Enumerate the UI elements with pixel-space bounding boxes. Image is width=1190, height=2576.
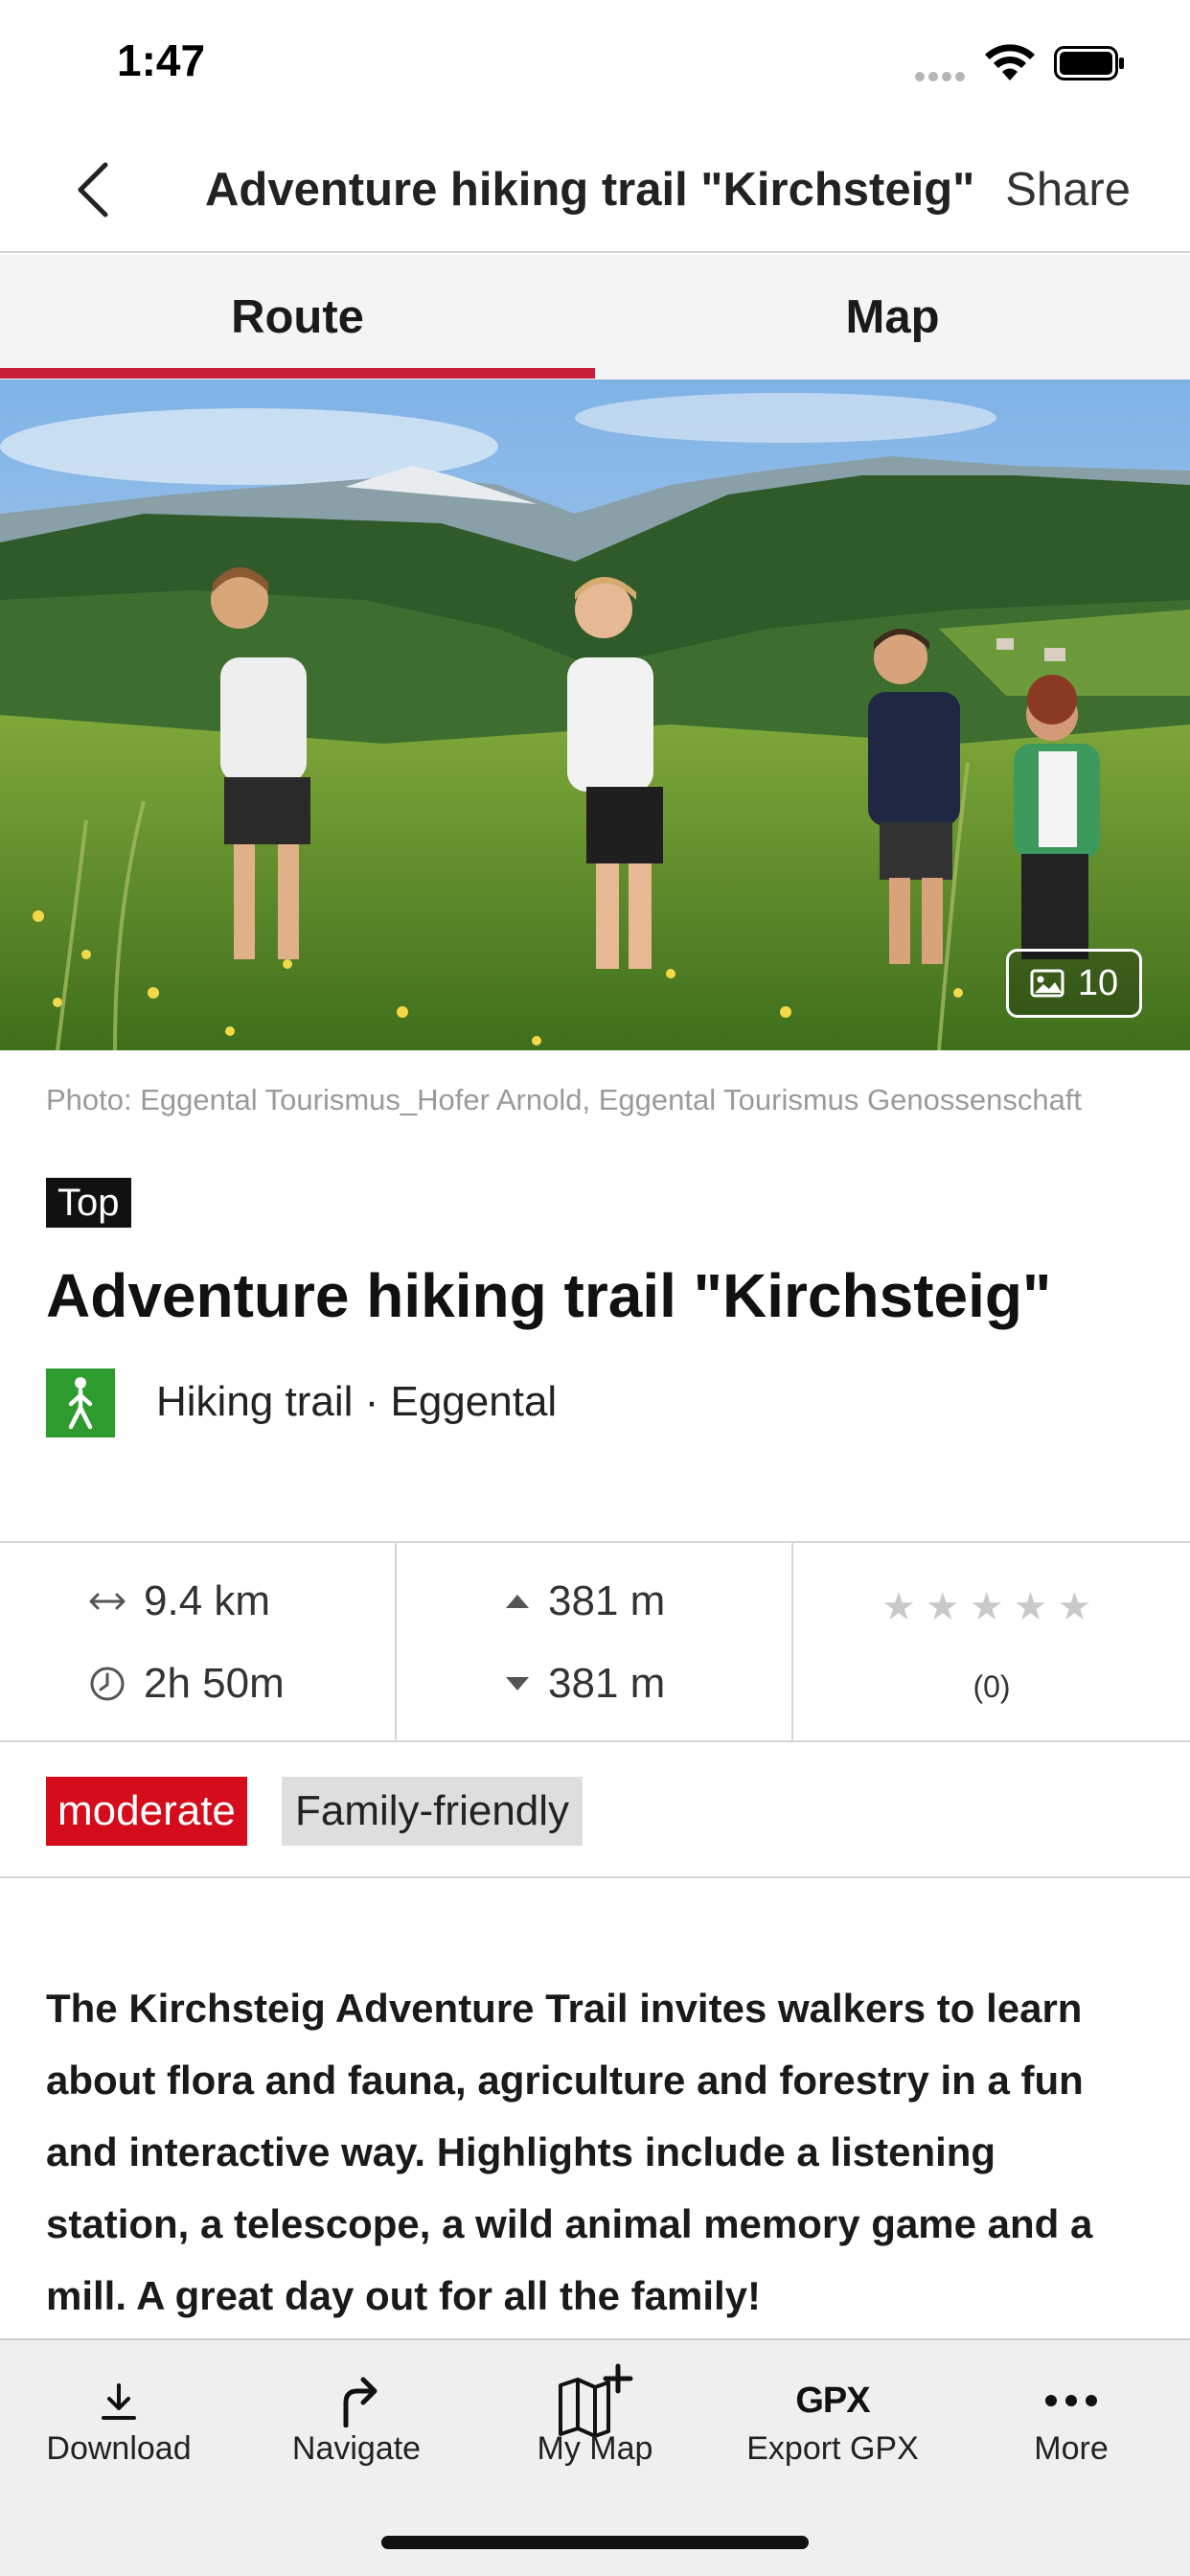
trail-title: Adventure hiking trail "Kirchsteig"	[46, 1261, 1052, 1330]
download-icon	[102, 2383, 136, 2420]
nav-title: Adventure hiking trail "Kirchsteig"	[205, 164, 975, 216]
tab-bar: Route Map	[0, 255, 1190, 380]
stats-rating[interactable]: ★★★★★ (0)	[793, 1543, 1190, 1740]
hiking-icon	[46, 1368, 115, 1438]
download-button[interactable]: Download	[0, 2340, 238, 2494]
rating-count: (0)	[973, 1669, 1011, 1704]
duration-stat: 2h 50m	[88, 1660, 285, 1708]
photo-credit: Photo: Eggental Tourismus_Hofer Arnold, …	[46, 1083, 1083, 1116]
photo-count: 10	[1077, 962, 1119, 1003]
stats-elevation: 381 m 381 m	[397, 1543, 793, 1740]
home-indicator[interactable]	[381, 2536, 809, 2549]
export-gpx-label: Export GPX	[746, 2430, 919, 2467]
download-label: Download	[46, 2430, 192, 2467]
status-bar: 1:47	[0, 0, 1190, 126]
active-tab-indicator	[0, 368, 595, 379]
my-map-label: My Map	[537, 2430, 653, 2467]
stats-grid: 9.4 km 2h 50m 381 m 381 m ★★★★★ (0)	[0, 1541, 1190, 1742]
cellular-signal-icon	[915, 69, 969, 86]
top-badge: Top	[46, 1178, 131, 1228]
stats-distance-duration: 9.4 km 2h 50m	[0, 1543, 397, 1740]
ascent-value: 381 m	[548, 1577, 666, 1624]
my-map-icon	[559, 2363, 633, 2438]
navigate-label: Navigate	[291, 2430, 422, 2467]
photo-gallery-button[interactable]: 10	[1006, 949, 1142, 1018]
triangle-down-icon	[506, 1677, 529, 1690]
descent-stat: 381 m	[504, 1660, 665, 1708]
distance-stat: 9.4 km	[88, 1577, 270, 1625]
distance-arrows-icon	[89, 1593, 126, 1610]
share-button[interactable]: Share	[1005, 163, 1131, 217]
battery-icon	[1054, 46, 1124, 80]
my-map-button[interactable]: My Map	[476, 2340, 714, 2494]
triangle-up-icon	[506, 1595, 529, 1608]
descent-value: 381 m	[548, 1660, 666, 1707]
image-icon	[1030, 969, 1064, 998]
chevron-left-icon	[78, 162, 108, 218]
trail-subtitle: Hiking trail · Eggental	[156, 1378, 558, 1425]
more-button[interactable]: More	[952, 2340, 1190, 2494]
navigation-bar: Adventure hiking trail "Kirchsteig" Shar…	[0, 126, 1190, 253]
trail-description: The Kirchsteig Adventure Trail invites w…	[46, 1986, 1093, 2318]
navigate-icon	[343, 2377, 378, 2427]
star-rating: ★★★★★	[881, 1586, 1102, 1628]
tab-route[interactable]: Route	[0, 255, 595, 380]
wifi-icon	[985, 44, 1035, 80]
more-label: More	[1034, 2430, 1109, 2467]
export-gpx-button[interactable]: GPX Export GPX	[714, 2340, 951, 2494]
tab-map[interactable]: Map	[595, 255, 1190, 380]
clock-icon	[90, 1667, 125, 1701]
duration-value: 2h 50m	[144, 1660, 285, 1707]
navigate-button[interactable]: Navigate	[238, 2340, 475, 2494]
family-friendly-badge: Family-friendly	[282, 1777, 584, 1846]
distance-value: 9.4 km	[144, 1577, 271, 1624]
status-time: 1:47	[117, 35, 206, 85]
more-icon	[1045, 2395, 1097, 2406]
tag-row: moderate Family-friendly	[0, 1742, 1190, 1878]
ascent-stat: 381 m	[504, 1577, 665, 1625]
difficulty-badge: moderate	[46, 1777, 247, 1846]
back-button[interactable]	[57, 155, 126, 224]
gpx-icon: GPX	[795, 2380, 870, 2421]
